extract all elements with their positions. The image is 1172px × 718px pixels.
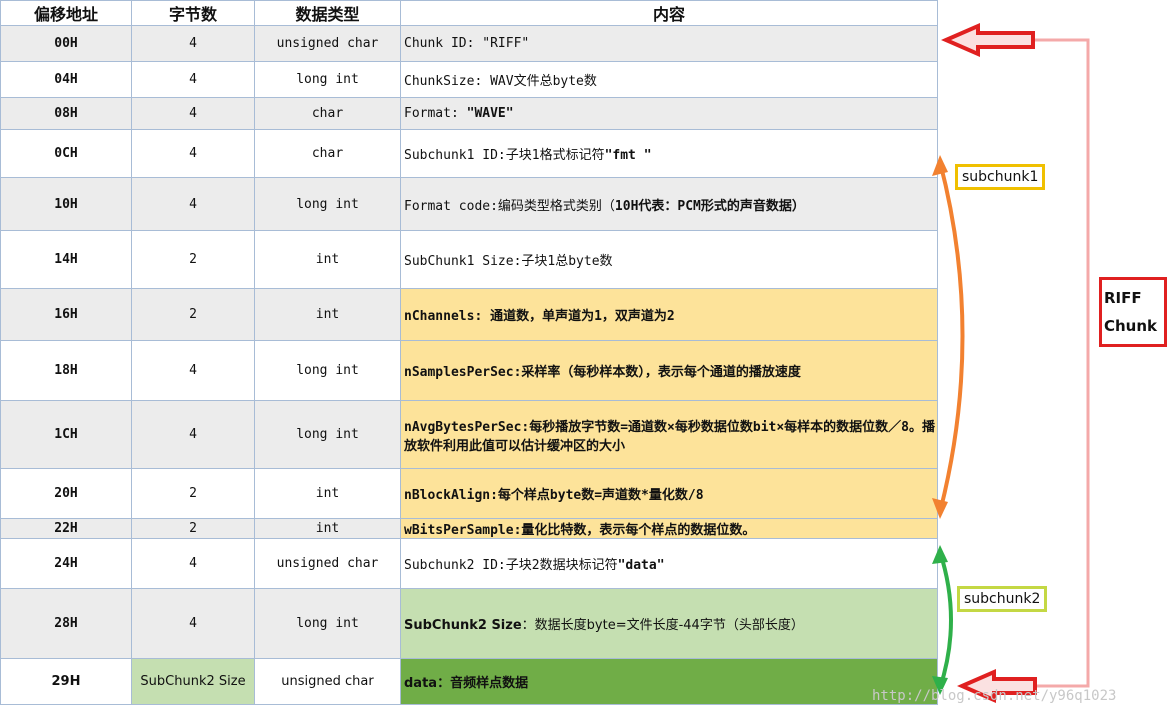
subchunk2-curve — [938, 551, 953, 689]
subchunk2-label: subchunk2 — [957, 586, 1048, 612]
subchunk2-arrow-top-icon — [932, 545, 948, 564]
riff-label-line1: RIFF — [1104, 289, 1142, 307]
subchunk1-arrow-bottom-icon — [932, 498, 948, 519]
subchunk1-curve — [938, 161, 965, 513]
riff-chunk-label: RIFF Chunk — [1099, 277, 1167, 347]
subchunk1-label: subchunk1 — [955, 164, 1046, 190]
riff-label-line2: Chunk — [1104, 317, 1158, 335]
subchunk1-arrow-top-icon — [932, 155, 948, 176]
watermark: http://blog.csdn.net/y96q1023 — [872, 688, 1117, 704]
riff-start-arrow-icon — [941, 22, 1035, 58]
